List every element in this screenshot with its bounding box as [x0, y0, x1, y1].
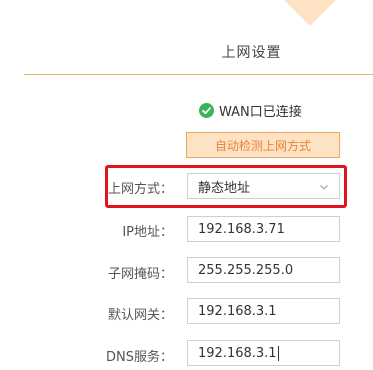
gateway-field[interactable]: 192.168.3.1 — [187, 298, 340, 324]
check-circle-icon — [199, 102, 214, 118]
dns-field-value: 192.168.3.1 — [198, 345, 277, 361]
auto-detect-button[interactable]: 自动检测上网方式 — [186, 132, 340, 158]
wan-status: WAN口已连接 — [199, 101, 302, 120]
text-cursor — [277, 345, 279, 361]
mask-field-value: 255.255.255.0 — [198, 262, 294, 278]
ip-label: IP地址： — [122, 225, 173, 240]
ip-field-value: 192.168.3.71 — [198, 221, 285, 237]
chevron-down-icon — [319, 181, 329, 191]
title-divider — [24, 74, 373, 75]
mode-select-value: 静态地址 — [198, 180, 251, 196]
gateway-field-value: 192.168.3.1 — [198, 303, 277, 319]
dns-label: DNS服务： — [106, 350, 173, 365]
page-title: 上网设置 — [221, 45, 282, 61]
wan-status-text: WAN口已连接 — [219, 104, 302, 120]
mask-label: 子网掩码： — [107, 267, 173, 282]
dns-field[interactable]: 192.168.3.1 — [187, 340, 340, 366]
mask-field[interactable]: 255.255.255.0 — [187, 257, 340, 283]
gateway-label: 默认网关： — [107, 308, 173, 323]
mode-select[interactable]: 静态地址 — [187, 173, 340, 199]
mode-label: 上网方式： — [107, 182, 173, 197]
decorative-triangle — [284, 0, 336, 26]
ip-field[interactable]: 192.168.3.71 — [187, 216, 340, 242]
